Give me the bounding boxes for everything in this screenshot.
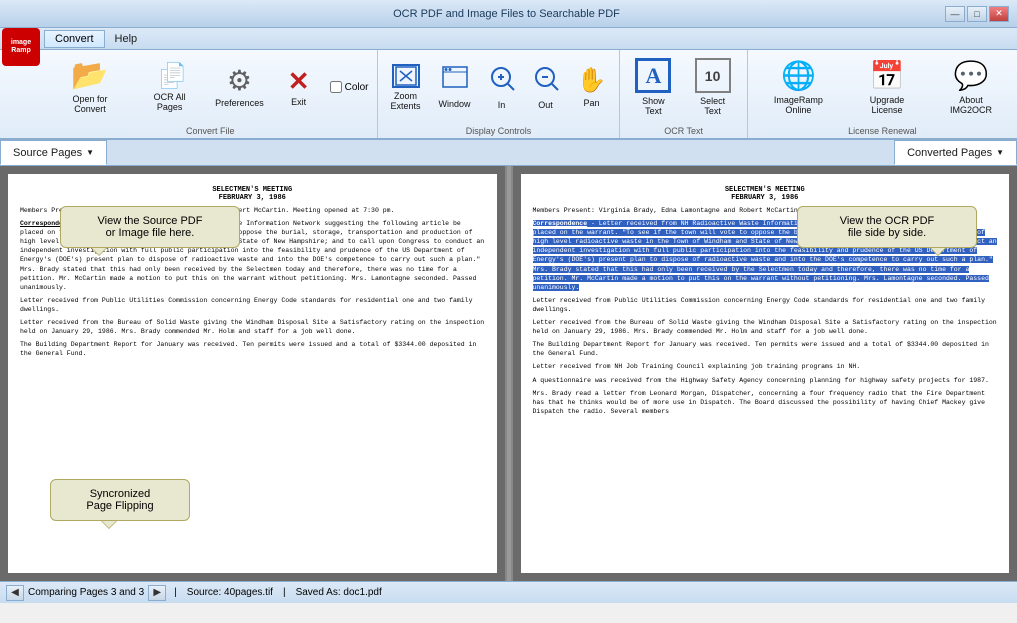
converted-pages-arrow: ▼ <box>996 148 1004 157</box>
exit-button[interactable]: ✕ Exit <box>274 53 324 121</box>
window-label: Window <box>439 99 471 109</box>
close-button[interactable]: ✕ <box>989 6 1009 22</box>
toolbar-group-display-controls: ZoomExtents Window <box>378 50 621 138</box>
converted-pages-label: Converted Pages <box>907 147 992 159</box>
app-logo: imageRamp <box>2 28 40 66</box>
select-text-button[interactable]: 10 Select Text <box>684 53 740 121</box>
select-text-label: Select Text <box>691 96 733 116</box>
ocr-all-pages-button[interactable]: 📄 📄 OCR All Pages <box>134 53 205 121</box>
license-renewal-label: License Renewal <box>748 126 1017 136</box>
zoom-out-label: Out <box>538 100 553 110</box>
zoom-extents-icon <box>392 64 420 88</box>
source-status: Source: 40pages.tif <box>187 587 273 598</box>
source-doc-title: SELECTMEN'S MEETING FEBRUARY 3, 1986 <box>20 186 485 202</box>
saved-as-status: Saved As: doc1.pdf <box>296 587 382 598</box>
toolbar-group-convert-file: 📂 Open for Convert 📄 📄 OCR All Pages ⚙ P… <box>44 50 378 138</box>
window-controls: — □ ✕ <box>945 6 1009 22</box>
pan-icon: ✋ <box>577 66 607 95</box>
toolbar: 📂 Open for Convert 📄 📄 OCR All Pages ⚙ P… <box>0 50 1017 140</box>
nav-forward-button[interactable]: ▶ <box>148 585 166 601</box>
window-icon <box>442 66 468 96</box>
logo-text: imageRamp <box>11 39 31 54</box>
globe-icon: 🌐 <box>781 59 816 92</box>
calendar-icon: 📅 <box>870 59 905 92</box>
sync-callout-title: Syncronized <box>90 488 151 500</box>
select-text-icon: 10 <box>695 58 731 93</box>
ocr-pages-icon: 📄 📄 <box>158 63 180 89</box>
about-img2ocr-button[interactable]: 💬 About IMG2OCR <box>931 53 1011 121</box>
zoom-extents-label: ZoomExtents <box>391 91 421 111</box>
zoom-in-label: In <box>498 100 506 110</box>
sync-callout: Syncronized Page Flipping <box>50 479 190 521</box>
toolbar-group-ocr-text: A Show Text 10 Select Text OCR Text <box>620 50 747 138</box>
upgrade-license-label: Upgrade License <box>854 95 920 115</box>
zoom-extents-button[interactable]: ZoomExtents <box>384 53 428 121</box>
source-pages-label: Source Pages <box>13 147 82 159</box>
color-label: Color <box>345 82 369 93</box>
open-folder-icon: 📂 <box>71 61 108 91</box>
window-svg <box>442 66 468 90</box>
display-controls-label: Display Controls <box>378 126 620 136</box>
upgrade-license-button[interactable]: 📅 Upgrade License <box>847 53 927 121</box>
source-callout-subtitle: or Image file here. <box>106 227 195 239</box>
source-page-panel[interactable]: SELECTMEN'S MEETING FEBRUARY 3, 1986 Mem… <box>0 166 505 581</box>
source-callout: View the Source PDF or Image file here. <box>60 206 240 248</box>
tab-area: Source Pages ▼ Converted Pages ▼ <box>0 140 1017 166</box>
source-pages-tab[interactable]: Source Pages ▼ <box>0 140 107 165</box>
ocr-text-label: OCR Text <box>620 126 746 136</box>
zoom-out-svg <box>533 65 559 91</box>
gear-icon: ⚙ <box>227 67 252 95</box>
color-checkbox-area: Color <box>328 79 371 95</box>
zoom-in-icon <box>489 65 515 97</box>
exit-icon: ✕ <box>288 68 310 94</box>
exit-label: Exit <box>291 97 306 107</box>
converted-callout: View the OCR PDF file side by side. <box>797 206 977 248</box>
zoom-in-svg <box>489 65 515 91</box>
open-for-convert-button[interactable]: 📂 Open for Convert <box>50 53 130 121</box>
zoom-out-button[interactable]: Out <box>526 53 566 121</box>
converted-page-panel[interactable]: SELECTMEN'S MEETING FEBRUARY 3, 1986 Mem… <box>513 166 1017 581</box>
menu-convert[interactable]: Convert <box>44 30 105 48</box>
preferences-label: Preferences <box>215 98 264 108</box>
toolbar-group-license: 🌐 ImageRamp Online 📅 Upgrade License 💬 A… <box>748 50 1017 138</box>
zoom-out-icon <box>533 65 559 97</box>
about-icon: 💬 <box>954 59 989 92</box>
imageramp-online-label: ImageRamp Online <box>761 95 836 115</box>
minimize-button[interactable]: — <box>945 6 965 22</box>
converted-callout-subtitle: file side by side. <box>848 227 926 239</box>
converted-doc-title: SELECTMEN'S MEETING FEBRUARY 3, 1986 <box>533 186 998 202</box>
show-text-label: Show Text <box>633 96 673 116</box>
zoom-in-button[interactable]: In <box>482 53 522 121</box>
source-pages-arrow: ▼ <box>86 148 94 157</box>
zoom-extents-svg <box>395 66 417 86</box>
menu-help[interactable]: Help <box>105 31 148 47</box>
window-button[interactable]: Window <box>432 53 478 121</box>
pan-label: Pan <box>583 98 599 108</box>
preferences-button[interactable]: ⚙ Preferences <box>209 53 269 121</box>
open-for-convert-label: Open for Convert <box>57 94 123 114</box>
panel-divider <box>507 166 511 581</box>
pan-button[interactable]: ✋ Pan <box>570 53 614 121</box>
color-checkbox[interactable] <box>330 81 342 93</box>
show-text-button[interactable]: A Show Text <box>626 53 680 121</box>
converted-callout-title: View the OCR PDF <box>840 215 935 227</box>
right-tab-area: Converted Pages ▼ <box>894 140 1017 165</box>
sync-callout-subtitle: Page Flipping <box>86 500 153 512</box>
nav-back-button[interactable]: ◀ <box>6 585 24 601</box>
titlebar: OCR PDF and Image Files to Searchable PD… <box>0 0 1017 28</box>
source-callout-title: View the Source PDF <box>98 215 203 227</box>
statusbar: ◀ Comparing Pages 3 and 3 ▶ | Source: 40… <box>0 581 1017 603</box>
menubar: Convert Help <box>0 28 1017 50</box>
window-title: OCR PDF and Image Files to Searchable PD… <box>68 8 945 20</box>
ocr-all-pages-label: OCR All Pages <box>141 92 198 112</box>
show-text-icon: A <box>635 58 671 93</box>
imageramp-online-button[interactable]: 🌐 ImageRamp Online <box>754 53 843 121</box>
left-tab-area: Source Pages ▼ <box>0 140 107 165</box>
converted-pages-tab[interactable]: Converted Pages ▼ <box>894 140 1017 165</box>
comparing-status: Comparing Pages 3 and 3 <box>28 587 144 598</box>
about-img2ocr-label: About IMG2OCR <box>938 95 1004 115</box>
main-content: SELECTMEN'S MEETING FEBRUARY 3, 1986 Mem… <box>0 166 1017 581</box>
convert-file-label: Convert File <box>44 126 377 136</box>
maximize-button[interactable]: □ <box>967 6 987 22</box>
